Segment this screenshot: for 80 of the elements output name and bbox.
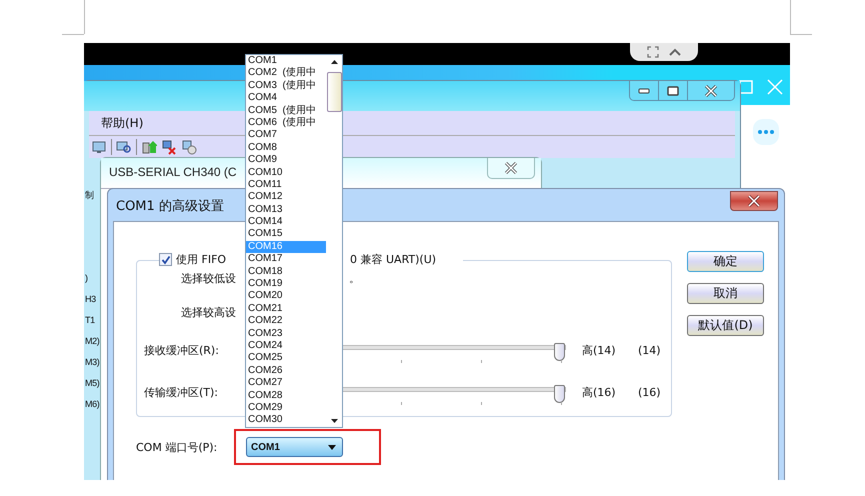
port-list-item[interactable]: COM23 bbox=[246, 328, 326, 340]
dialog-button[interactable]: 确定 bbox=[687, 251, 764, 272]
slider-reading: (16) bbox=[638, 386, 661, 398]
dialog-button[interactable]: 取消 bbox=[687, 283, 764, 304]
close-icon bbox=[747, 195, 761, 207]
scrollbar-thumb[interactable] bbox=[326, 72, 342, 112]
note-text: 选择较低设 bbox=[181, 270, 237, 286]
device-label: 制 bbox=[85, 189, 94, 202]
port-list-item[interactable]: COM22 bbox=[246, 315, 326, 328]
port-list-item[interactable]: COM27 bbox=[246, 377, 326, 390]
port-list-item[interactable]: COM25 bbox=[246, 352, 326, 365]
dialog-title: COM1 的高级设置 bbox=[116, 198, 224, 215]
fullscreen-icon[interactable] bbox=[647, 46, 659, 58]
more-button[interactable] bbox=[753, 119, 779, 145]
port-list-item[interactable]: COM28 bbox=[246, 390, 326, 402]
close-icon bbox=[704, 84, 718, 96]
slider-value: 高(16) bbox=[582, 384, 617, 400]
port-list-item[interactable]: COM18 bbox=[246, 266, 326, 278]
caret-down-icon bbox=[328, 444, 336, 450]
slider-value: 高(14) bbox=[582, 342, 617, 358]
port-list-item[interactable]: COM4 bbox=[246, 92, 326, 105]
minimize-icon bbox=[638, 88, 650, 94]
port-list-item[interactable]: COM15 bbox=[246, 228, 326, 241]
note-text: 。 bbox=[349, 270, 360, 286]
close-button[interactable] bbox=[487, 158, 535, 179]
port-list-item[interactable]: COM21 bbox=[246, 302, 326, 316]
slider-label: 传输缓冲区(T): bbox=[144, 384, 220, 400]
checkbox[interactable] bbox=[159, 253, 172, 266]
delete-icon[interactable] bbox=[161, 139, 177, 155]
slider-thumb[interactable] bbox=[554, 385, 565, 403]
note-text: 选择较高设 bbox=[181, 304, 237, 320]
menu-item[interactable]: 帮助(H) bbox=[101, 114, 144, 132]
port-list-item[interactable]: COM3 (使用中 bbox=[246, 80, 326, 92]
maximize-button[interactable] bbox=[659, 81, 688, 100]
scroll-down-icon[interactable] bbox=[330, 419, 338, 423]
port-list-item[interactable]: COM6 (使用中 bbox=[246, 116, 326, 130]
port-list-item[interactable]: COM11 bbox=[246, 178, 326, 192]
device-label: T1 bbox=[85, 314, 95, 327]
port-dropdown[interactable]: COM1 bbox=[246, 437, 343, 457]
port-list-item[interactable]: COM8 bbox=[246, 142, 326, 154]
port-list-item[interactable]: COM1 bbox=[246, 55, 326, 68]
slider-reading: (14) bbox=[638, 344, 661, 356]
update-icon[interactable] bbox=[141, 139, 157, 155]
device-label: M2) bbox=[85, 335, 100, 348]
minimize-button[interactable] bbox=[630, 81, 659, 100]
checkbox-label: 使用 FIFO bbox=[176, 252, 228, 267]
device-label: ) bbox=[85, 272, 88, 285]
close-button[interactable] bbox=[730, 191, 778, 211]
dialog-title: USB-SERIAL CH340 (C bbox=[109, 165, 237, 179]
port-label: COM 端口号(P): bbox=[136, 440, 218, 454]
port-list-item[interactable]: COM2 (使用中 bbox=[246, 67, 326, 80]
slider-thumb[interactable] bbox=[554, 343, 565, 361]
caret-up-icon[interactable] bbox=[669, 48, 681, 56]
port-list-item[interactable]: COM17 bbox=[246, 253, 326, 266]
device-label: M3) bbox=[85, 356, 100, 369]
port-list-item[interactable]: COM20 bbox=[246, 290, 326, 303]
port-list-item[interactable]: COM24 bbox=[246, 340, 326, 352]
port-list-item[interactable]: COM13 bbox=[246, 204, 326, 216]
port-list-item[interactable]: COM30 bbox=[246, 414, 326, 427]
port-list-item[interactable]: COM9 bbox=[246, 154, 326, 167]
device-label: M5) bbox=[85, 377, 100, 390]
port-list-item[interactable]: COM12 bbox=[246, 191, 326, 204]
close-button[interactable] bbox=[688, 81, 734, 100]
checkbox-label: 0 兼容 UART)(U) bbox=[350, 252, 436, 267]
maximize-icon bbox=[667, 86, 679, 96]
device-label: H3 bbox=[85, 293, 96, 306]
close-icon bbox=[504, 162, 518, 174]
dialog-button[interactable]: 默认值(D) bbox=[687, 315, 764, 336]
port-list-item[interactable]: COM10 bbox=[246, 166, 326, 179]
monitor-icon[interactable] bbox=[91, 139, 107, 155]
port-list-item[interactable]: COM29 bbox=[246, 402, 326, 414]
port-list-item[interactable]: COM19 bbox=[246, 278, 326, 290]
more-icon bbox=[758, 130, 774, 134]
port-list-item[interactable]: COM5 (使用中 bbox=[246, 104, 326, 117]
monitor-search-icon[interactable] bbox=[116, 139, 132, 155]
port-list-item[interactable]: COM26 bbox=[246, 364, 326, 378]
slider-label: 接收缓冲区(R): bbox=[144, 342, 220, 358]
device-label: M6) bbox=[85, 398, 100, 411]
port-list-item[interactable]: COM14 bbox=[246, 216, 326, 228]
port-list-item[interactable]: COM7 bbox=[246, 129, 326, 142]
